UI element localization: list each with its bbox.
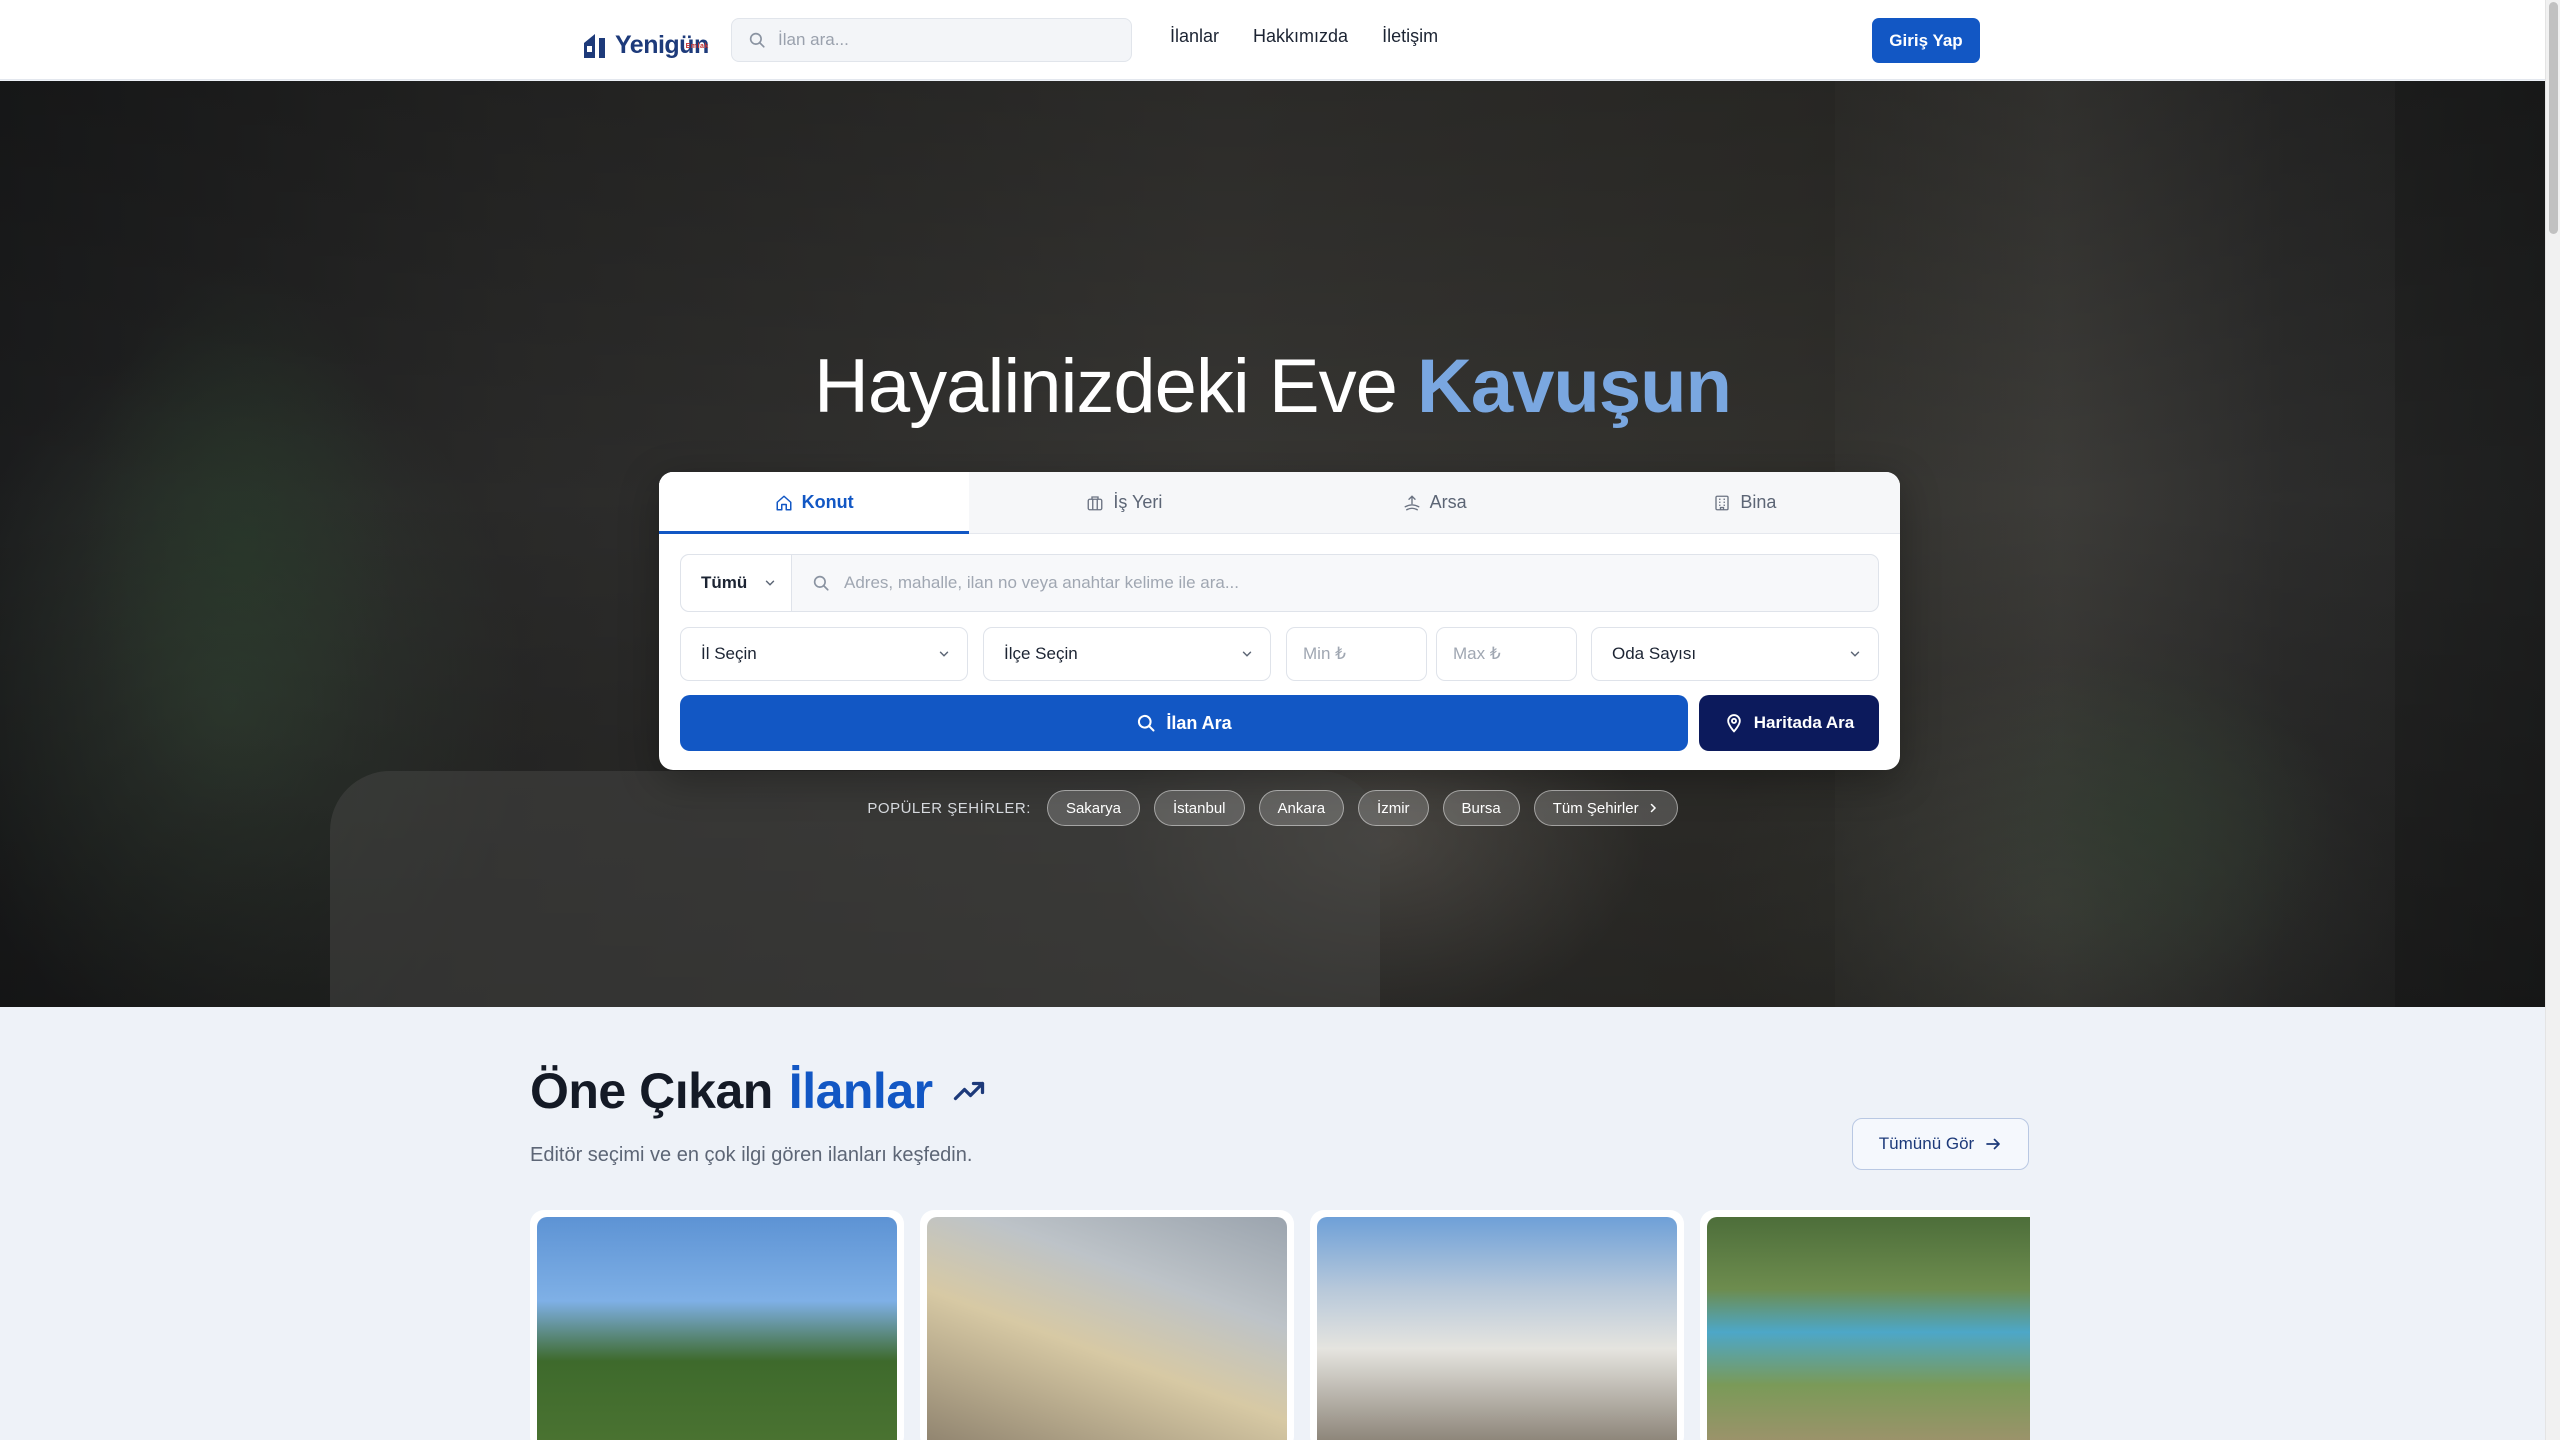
max-price-input[interactable]	[1453, 628, 1560, 680]
min-price-field[interactable]	[1286, 627, 1427, 681]
nav-link-listings[interactable]: İlanlar	[1170, 26, 1219, 47]
hero-title: Hayalinizdeki Eve Kavuşun	[0, 343, 2545, 430]
tab-konut[interactable]: Konut	[659, 472, 970, 534]
listing-type-select[interactable]: Tümü	[681, 555, 792, 611]
popular-cities: POPÜLER ŞEHİRLER: Sakarya İstanbul Ankar…	[0, 790, 2545, 826]
nav-link-about[interactable]: Hakkımızda	[1253, 26, 1348, 47]
keyword-input[interactable]	[844, 573, 1844, 593]
province-value: İl Seçin	[701, 644, 757, 663]
rooms-select[interactable]: Oda Sayısı	[1591, 627, 1879, 681]
rooms-value: Oda Sayısı	[1612, 644, 1697, 663]
hero-section: Hayalinizdeki Eve Kavuşun Konut İş Yeri …	[0, 81, 2545, 1007]
all-cities-label: Tüm Şehirler	[1552, 799, 1639, 817]
tab-label: Arsa	[1429, 492, 1467, 512]
land-icon	[1404, 494, 1420, 510]
search-icon	[1138, 714, 1155, 732]
featured-title: Öne Çıkan İlanlar	[530, 1062, 987, 1120]
hero-title-accent: Kavuşun	[1417, 344, 1732, 429]
filter-row: İl Seçin İlçe Seçin Oda Sayısı	[680, 627, 1879, 681]
featured-listings	[530, 1210, 2030, 1440]
building-icon	[1715, 495, 1730, 510]
login-button[interactable]: Giriş Yap	[1872, 18, 1980, 63]
district-value: İlçe Seçin	[1004, 644, 1078, 663]
header-search[interactable]	[731, 18, 1132, 62]
featured-title-accent: İlanlar	[788, 1063, 933, 1119]
city-chip-ankara[interactable]: Ankara	[1258, 790, 1345, 826]
chevron-down-icon	[1242, 651, 1252, 657]
city-chip-bursa[interactable]: Bursa	[1442, 790, 1520, 826]
logo-subtext: Emlak	[685, 43, 709, 50]
nav-link-contact[interactable]: İletişim	[1382, 26, 1438, 47]
chevron-down-icon	[939, 651, 949, 657]
popular-cities-label: POPÜLER ŞEHİRLER:	[867, 799, 1031, 817]
keyword-field[interactable]	[792, 555, 1878, 611]
main-nav: İlanlar Hakkımızda İletişim	[1170, 26, 1438, 47]
listing-type-value: Tümü	[701, 573, 748, 592]
tab-arsa[interactable]: Arsa	[1280, 472, 1590, 533]
listing-photo	[1317, 1217, 1677, 1440]
tab-label: İş Yeri	[1113, 492, 1163, 512]
tab-label: Bina	[1740, 492, 1777, 512]
tab-bina[interactable]: Bina	[1590, 472, 1900, 533]
listing-card[interactable]	[530, 1210, 904, 1440]
arrow-right-icon	[1986, 1138, 2001, 1150]
map-search-button[interactable]: Haritada Ara	[1699, 695, 1879, 751]
briefcase-icon	[1087, 495, 1103, 510]
map-button-label: Haritada Ara	[1753, 713, 1855, 732]
min-price-input[interactable]	[1303, 628, 1410, 680]
search-button-label: İlan Ara	[1166, 712, 1232, 733]
property-search-card: Konut İş Yeri Arsa Bina Tümü Adres, maha…	[659, 472, 1900, 770]
featured-subtitle: Editör seçimi ve en çok ilgi gören ilanl…	[530, 1144, 973, 1166]
home-icon	[776, 495, 792, 510]
search-icon	[813, 575, 829, 591]
listing-card[interactable]	[1310, 1210, 1684, 1440]
keyword-search-row: Tümü	[680, 554, 1879, 612]
brand-logo[interactable]: Yenigün Emlak	[582, 18, 709, 60]
listing-photo	[927, 1217, 1287, 1440]
city-chip-istanbul[interactable]: İstanbul	[1153, 790, 1245, 826]
scrollbar-thumb[interactable]	[2549, 2, 2558, 234]
page-scrollbar[interactable]	[2545, 0, 2560, 1440]
district-select[interactable]: İlçe Seçin	[983, 627, 1271, 681]
property-type-tabs: Konut İş Yeri Arsa Bina	[659, 472, 1900, 534]
all-cities-chip[interactable]: Tüm Şehirler	[1533, 790, 1678, 826]
map-pin-icon	[1727, 714, 1741, 733]
tab-label: Konut	[801, 492, 854, 512]
listing-card[interactable]	[1700, 1210, 2030, 1440]
listing-photo	[537, 1217, 897, 1440]
province-select[interactable]: İl Seçin	[680, 627, 968, 681]
listing-photo	[1707, 1217, 2030, 1440]
tab-is-yeri[interactable]: İş Yeri	[969, 472, 1279, 533]
chevron-right-icon	[1650, 803, 1656, 813]
header-search-input[interactable]	[778, 30, 1108, 50]
search-icon	[749, 32, 765, 48]
house-logo-icon	[584, 34, 605, 58]
trending-up-icon	[953, 1081, 984, 1101]
see-all-label: Tümünü Gör	[1878, 1134, 1975, 1153]
listing-card[interactable]	[920, 1210, 1294, 1440]
max-price-field[interactable]	[1436, 627, 1577, 681]
chevron-down-icon	[765, 580, 775, 586]
search-listings-button[interactable]: İlan Ara	[680, 695, 1688, 751]
see-all-button[interactable]: Tümünü Gör	[1852, 1118, 2029, 1170]
hero-title-text: Hayalinizdeki Eve	[814, 344, 1398, 429]
city-chip-izmir[interactable]: İzmir	[1358, 790, 1429, 826]
city-chip-sakarya[interactable]: Sakarya	[1046, 790, 1140, 826]
featured-title-text: Öne Çıkan	[530, 1063, 773, 1119]
chevron-down-icon	[1850, 651, 1860, 657]
top-navbar: Yenigün Emlak İlanlar Hakkımızda İletişi…	[0, 0, 2545, 80]
